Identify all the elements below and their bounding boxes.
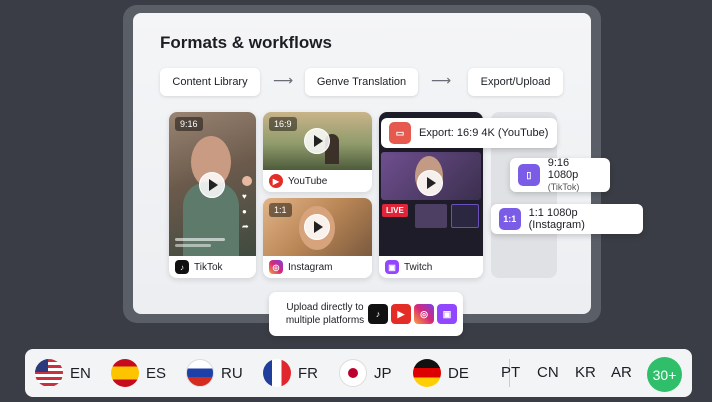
platform-label: ▣ Twitch [385, 260, 432, 274]
step-export-upload[interactable]: Export/Upload [468, 68, 563, 96]
lang-ru[interactable]: RU [186, 359, 243, 387]
instagram-icon: ◎ [269, 260, 283, 274]
platform-label: ◎ Instagram [269, 260, 332, 274]
spain-flag-icon [111, 359, 139, 387]
comment-icon: ● [242, 207, 247, 216]
instagram-card[interactable]: 1:1 ◎ Instagram [263, 198, 372, 278]
youtube-icon[interactable]: ▶ [391, 304, 411, 324]
france-flag-icon [263, 359, 291, 387]
lang-jp[interactable]: JP [339, 359, 392, 387]
lang-es[interactable]: ES [111, 359, 166, 387]
youtube-card[interactable]: 16:9 ▶ YouTube [263, 112, 372, 192]
heart-icon: ♥ [242, 192, 247, 201]
japan-flag-icon [339, 359, 367, 387]
platform-icons: ♪ ▶ ◎ ▣ [368, 304, 457, 324]
ratio-badge: 1:1 [269, 203, 292, 217]
tiktok-icon[interactable]: ♪ [368, 304, 388, 324]
ratio-badge: 16:9 [269, 117, 297, 131]
platform-label: ♪ TikTok [175, 260, 223, 274]
tiktok-actions: ♥ ● ➦ [242, 176, 252, 231]
youtube-icon: ▶ [269, 174, 283, 188]
upload-text: Upload directly to multiple platforms [285, 302, 365, 326]
export-instagram-badge[interactable]: 1:1 1:1 1080p (Instagram) [491, 204, 643, 234]
platform-label: ▶ YouTube [269, 174, 327, 188]
page-title: Formats & workflows [160, 33, 332, 52]
live-badge: LIVE [382, 204, 408, 217]
step-translation[interactable]: Genve Translation [305, 68, 418, 96]
phone-icon: ▯ [518, 164, 540, 186]
tiktok-icon: ♪ [175, 260, 189, 274]
arrow-right-icon: ⟶ [431, 73, 452, 89]
square-icon: 1:1 [499, 208, 521, 230]
play-icon[interactable] [304, 214, 330, 240]
lang-en[interactable]: EN [35, 359, 91, 387]
twitch-icon: ▣ [385, 260, 399, 274]
ratio-badge: 9:16 [175, 117, 203, 131]
play-icon[interactable] [304, 128, 330, 154]
lang-pt[interactable]: PT [501, 364, 520, 381]
germany-flag-icon [413, 359, 441, 387]
export-youtube-badge[interactable]: ▭ Export: 16:9 4K (YouTube) [381, 118, 557, 148]
lang-kr[interactable]: KR [575, 364, 596, 381]
us-flag-icon [35, 359, 63, 387]
play-icon[interactable] [199, 172, 225, 198]
more-languages-button[interactable]: 30+ [647, 357, 682, 392]
lang-ar[interactable]: AR [611, 364, 632, 381]
tiktok-card[interactable]: 9:16 ♥ ● ➦ ♪ TikTok [169, 112, 256, 278]
arrow-right-icon: ⟶ [273, 73, 294, 89]
share-icon: ➦ [242, 222, 249, 231]
instagram-icon[interactable]: ◎ [414, 304, 434, 324]
upload-panel: Upload directly to multiple platforms ♪ … [269, 292, 463, 336]
lang-cn[interactable]: CN [537, 364, 559, 381]
monitor-icon: ▭ [389, 122, 411, 144]
lang-fr[interactable]: FR [263, 359, 318, 387]
lang-de[interactable]: DE [413, 359, 469, 387]
play-icon[interactable] [417, 170, 443, 196]
export-tiktok-badge[interactable]: ▯ 9:16 1080p (TikTok) [510, 157, 610, 192]
step-content-library[interactable]: Content Library [160, 68, 260, 96]
avatar [242, 176, 252, 186]
twitch-icon[interactable]: ▣ [437, 304, 457, 324]
russia-flag-icon [186, 359, 214, 387]
